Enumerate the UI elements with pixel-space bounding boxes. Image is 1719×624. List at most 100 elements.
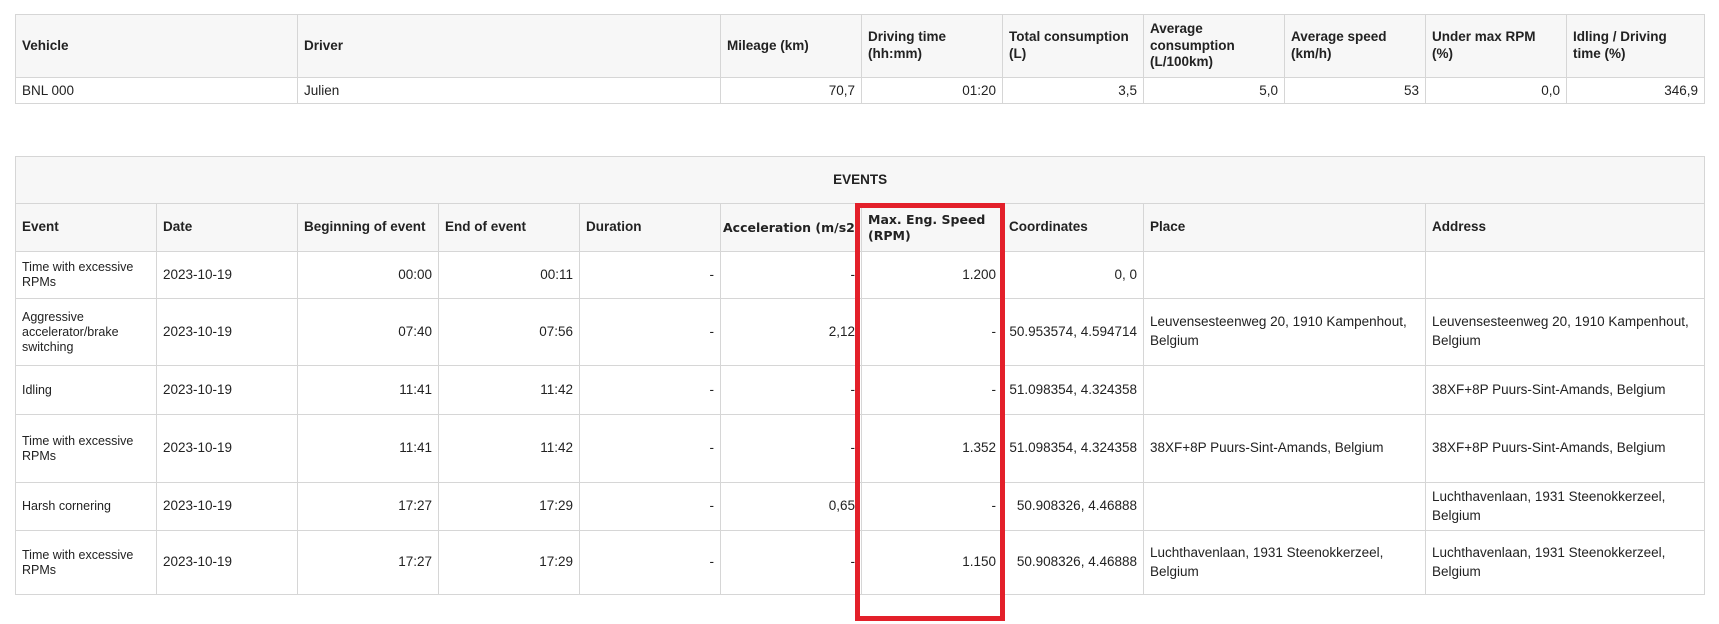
cell-address <box>1424 251 1706 299</box>
cell-driver: Julien <box>297 77 721 104</box>
cell-duration: - <box>579 251 721 299</box>
header-average-speed: Average speed (km/h) <box>1284 14 1426 78</box>
header-event: Event <box>15 203 157 252</box>
cell-acceleration: - <box>720 251 862 299</box>
header-under-max-rpm: Under max RPM (%) <box>1425 14 1567 78</box>
header-driving-time: Driving time (hh:mm) <box>861 14 1003 78</box>
cell-event: Time with excessive RPMs <box>15 251 157 299</box>
cell-coordinates: 0, 0 <box>1002 251 1144 299</box>
cell-beginning: 11:41 <box>297 365 439 415</box>
cell-max-eng-speed: 1.150 <box>861 530 1003 595</box>
events-title: EVENTS <box>14 156 1706 204</box>
cell-event: Aggressive accelerator/brake switching <box>15 298 157 366</box>
cell-place: 38XF+8P Puurs-Sint-Amands, Belgium <box>1143 414 1426 483</box>
cell-duration: - <box>579 298 721 366</box>
cell-end: 17:29 <box>438 482 580 531</box>
header-total-consumption: Total consumption (L) <box>1002 14 1144 78</box>
cell-beginning: 07:40 <box>297 298 439 366</box>
cell-duration: - <box>579 365 721 415</box>
cell-average-speed: 53 <box>1284 77 1426 104</box>
cell-beginning: 11:41 <box>297 414 439 483</box>
header-vehicle: Vehicle <box>15 14 298 78</box>
header-coordinates: Coordinates <box>1002 203 1144 252</box>
cell-driving-time: 01:20 <box>861 77 1003 104</box>
cell-event: Idling <box>15 365 157 415</box>
table-row: Time with excessive RPMs 2023-10-19 00:0… <box>15 251 1706 299</box>
header-address: Address <box>1424 203 1706 252</box>
cell-end: 00:11 <box>438 251 580 299</box>
table-row: Time with excessive RPMs 2023-10-19 11:4… <box>15 414 1706 483</box>
cell-idling-driving-time: 346,9 <box>1566 77 1705 104</box>
summary-header-row: Vehicle Driver Mileage (km) Driving time… <box>15 14 1705 78</box>
table-row: Aggressive accelerator/brake switching 2… <box>15 298 1706 366</box>
cell-acceleration: 2,12 <box>720 298 862 366</box>
cell-acceleration: - <box>720 530 862 595</box>
table-row: Idling 2023-10-19 11:41 11:42 - - - 51.0… <box>15 365 1706 415</box>
cell-coordinates: 50.908326, 4.46888 <box>1002 530 1144 595</box>
cell-end: 17:29 <box>438 530 580 595</box>
cell-duration: - <box>579 530 721 595</box>
cell-under-max-rpm: 0,0 <box>1425 77 1567 104</box>
cell-beginning: 17:27 <box>297 482 439 531</box>
cell-place: Leuvensesteenweg 20, 1910 Kampenhout, Be… <box>1143 298 1426 366</box>
cell-address: 38XF+8P Puurs-Sint-Amands, Belgium <box>1424 414 1706 483</box>
header-driver: Driver <box>297 14 721 78</box>
cell-mileage: 70,7 <box>720 77 862 104</box>
cell-max-eng-speed: - <box>861 365 1003 415</box>
cell-date: 2023-10-19 <box>156 530 298 595</box>
header-beginning: Beginning of event <box>297 203 439 252</box>
cell-acceleration: - <box>720 414 862 483</box>
header-duration: Duration <box>579 203 721 252</box>
cell-beginning: 00:00 <box>297 251 439 299</box>
cell-end: 11:42 <box>438 365 580 415</box>
cell-place <box>1143 251 1426 299</box>
cell-coordinates: 50.908326, 4.46888 <box>1002 482 1144 531</box>
header-place: Place <box>1143 203 1426 252</box>
cell-coordinates: 50.953574, 4.594714 <box>1002 298 1144 366</box>
cell-address: 38XF+8P Puurs-Sint-Amands, Belgium <box>1424 365 1706 415</box>
cell-address: Luchthavenlaan, 1931 Steenokkerzeel, Bel… <box>1424 530 1706 595</box>
events-title-row: EVENTS <box>14 156 1706 204</box>
cell-max-eng-speed: 1.352 <box>861 414 1003 483</box>
header-average-consumption: Average consumption (L/100km) <box>1143 14 1285 78</box>
cell-max-eng-speed: 1.200 <box>861 251 1003 299</box>
cell-address: Luchthavenlaan, 1931 Steenokkerzeel, Bel… <box>1424 482 1706 531</box>
cell-end: 11:42 <box>438 414 580 483</box>
table-row: Harsh cornering 2023-10-19 17:27 17:29 -… <box>15 482 1706 531</box>
cell-event: Time with excessive RPMs <box>15 414 157 483</box>
cell-date: 2023-10-19 <box>156 298 298 366</box>
cell-place: Luchthavenlaan, 1931 Steenokkerzeel, Bel… <box>1143 530 1426 595</box>
header-max-eng-speed: Max. Eng. Speed (RPM) <box>861 203 1003 252</box>
summary-table: Vehicle Driver Mileage (km) Driving time… <box>15 14 1705 104</box>
cell-event: Harsh cornering <box>15 482 157 531</box>
cell-address: Leuvensesteenweg 20, 1910 Kampenhout, Be… <box>1424 298 1706 366</box>
cell-date: 2023-10-19 <box>156 365 298 415</box>
cell-average-consumption: 5,0 <box>1143 77 1285 104</box>
header-acceleration: Acceleration (m/s2 <box>720 203 862 252</box>
cell-date: 2023-10-19 <box>156 414 298 483</box>
header-idling-driving-time: Idling / Driving time (%) <box>1566 14 1705 78</box>
cell-total-consumption: 3,5 <box>1002 77 1144 104</box>
cell-date: 2023-10-19 <box>156 482 298 531</box>
header-mileage: Mileage (km) <box>720 14 862 78</box>
cell-duration: - <box>579 414 721 483</box>
cell-date: 2023-10-19 <box>156 251 298 299</box>
cell-max-eng-speed: - <box>861 298 1003 366</box>
cell-place <box>1143 482 1426 531</box>
cell-place <box>1143 365 1426 415</box>
table-row: Time with excessive RPMs 2023-10-19 17:2… <box>15 530 1706 595</box>
cell-acceleration: - <box>720 365 862 415</box>
summary-data-row: BNL 000 Julien 70,7 01:20 3,5 5,0 53 0,0… <box>15 77 1705 104</box>
cell-beginning: 17:27 <box>297 530 439 595</box>
cell-max-eng-speed: - <box>861 482 1003 531</box>
header-end: End of event <box>438 203 580 252</box>
header-date: Date <box>156 203 298 252</box>
cell-coordinates: 51.098354, 4.324358 <box>1002 365 1144 415</box>
cell-duration: - <box>579 482 721 531</box>
cell-coordinates: 51.098354, 4.324358 <box>1002 414 1144 483</box>
events-table: EVENTS Event Date Beginning of event End… <box>14 156 1706 595</box>
events-header-row: Event Date Beginning of event End of eve… <box>15 203 1706 252</box>
cell-acceleration: 0,65 <box>720 482 862 531</box>
cell-vehicle: BNL 000 <box>15 77 298 104</box>
cell-event: Time with excessive RPMs <box>15 530 157 595</box>
